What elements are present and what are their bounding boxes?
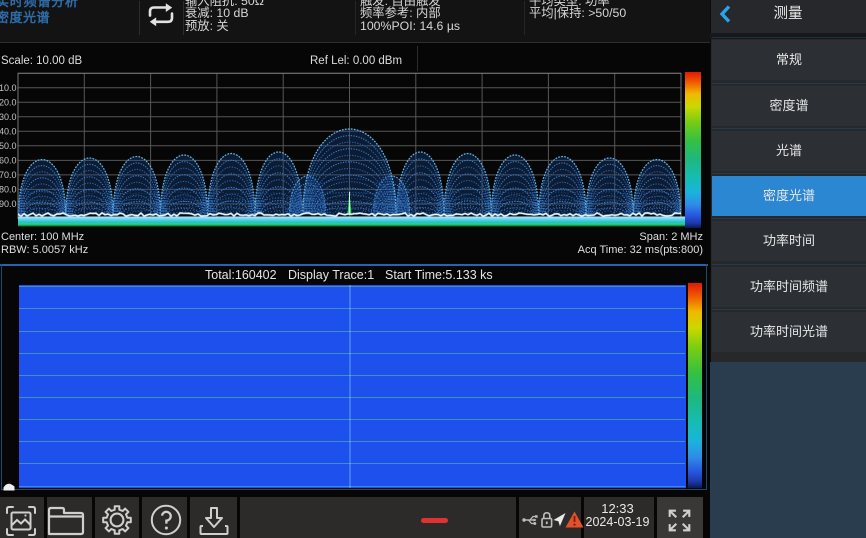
svg-text:10.0: 10.0: [0, 83, 17, 93]
svg-text:80.0: 80.0: [0, 185, 17, 195]
svg-text:40.0: 40.0: [0, 127, 17, 137]
svg-text:30.0: 30.0: [0, 112, 17, 122]
svg-text:90.0: 90.0: [0, 199, 17, 209]
svg-text:20.0: 20.0: [0, 98, 17, 108]
svg-text:50.0: 50.0: [0, 141, 17, 151]
svg-text:70.0: 70.0: [0, 170, 17, 180]
svg-text:60.0: 60.0: [0, 156, 17, 166]
